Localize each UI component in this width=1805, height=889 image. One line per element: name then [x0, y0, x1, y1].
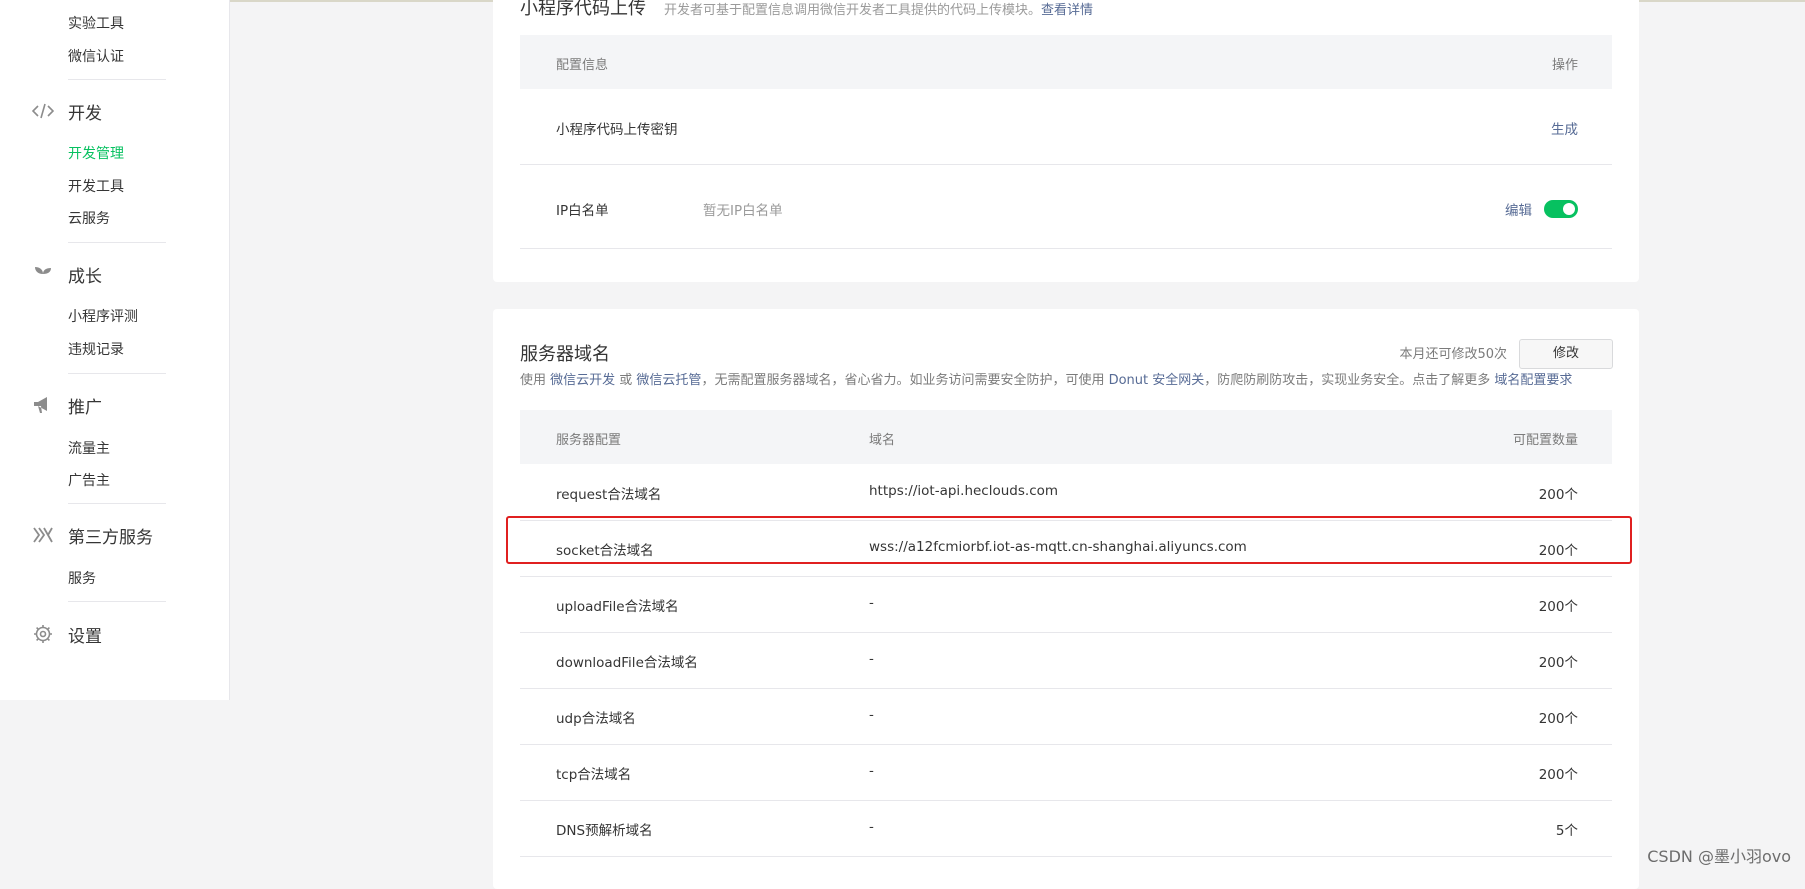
server-domain-desc: 使用 微信云开发 或 微信云托管，无需配置服务器域名，省心省力。如业务访问需要安… — [520, 373, 1573, 388]
header-count: 可配置数量 — [1512, 433, 1578, 448]
row-name: downloadFile合法域名 — [556, 655, 698, 671]
code-upload-title: 小程序代码上传 — [520, 0, 646, 19]
sidebar-item-traffic-owner[interactable]: 流量主 — [68, 440, 110, 458]
sidebar-group-label: 推广 — [68, 397, 102, 418]
table-row: udp合法域名 - 200个 — [520, 688, 1612, 745]
sidebar-group-growth[interactable]: 成长 — [32, 262, 102, 287]
edit-ip-whitelist-link[interactable]: 编辑 — [1505, 199, 1532, 219]
sidebar-divider — [68, 601, 166, 602]
ip-whitelist-value: 暂无IP白名单 — [703, 203, 783, 219]
modify-button[interactable]: 修改 — [1519, 339, 1613, 369]
server-domain-card: 服务器域名 本月还可修改50次 修改 使用 微信云开发 或 微信云托管，无需配置… — [493, 309, 1639, 889]
row-name: request合法域名 — [556, 487, 662, 503]
upload-table-header: 配置信息 操作 — [520, 35, 1612, 89]
row-domain: - — [869, 595, 874, 611]
sidebar-item-cloud-service[interactable]: 云服务 — [68, 210, 110, 228]
sidebar-item-wechat-verify[interactable]: 微信认证 — [68, 48, 124, 66]
table-row: uploadFile合法域名 - 200个 — [520, 576, 1612, 633]
row-count: 200个 — [1538, 599, 1578, 615]
row-name: udp合法域名 — [556, 711, 636, 727]
row-count: 200个 — [1538, 655, 1578, 671]
header-server-config: 服务器配置 — [556, 433, 622, 448]
domain-requirements-link[interactable]: 域名配置要求 — [1494, 373, 1572, 388]
view-details-link[interactable]: 查看详情 — [1041, 3, 1093, 18]
table-row: 小程序代码上传密钥 生成 — [520, 89, 1612, 165]
sidebar-divider — [68, 79, 166, 80]
row-count: 200个 — [1538, 487, 1578, 503]
modify-quota-text: 本月还可修改50次 — [1399, 347, 1507, 362]
sidebar-group-promotion[interactable]: 推广 — [32, 393, 102, 418]
row-domain: - — [869, 707, 874, 723]
sidebar-group-third-party[interactable]: 第三方服务 — [32, 523, 153, 548]
generate-key-link[interactable]: 生成 — [1551, 118, 1578, 138]
sidebar-item-advertiser[interactable]: 广告主 — [68, 472, 110, 490]
sidebar-item-service[interactable]: 服务 — [68, 570, 96, 588]
sidebar-group-label: 开发 — [68, 103, 102, 124]
sidebar-divider — [68, 503, 166, 504]
row-domain: - — [869, 819, 874, 835]
header-action: 操作 — [1551, 58, 1578, 73]
watermark: CSDN @墨小羽ovo — [1647, 847, 1791, 866]
table-row: IP白名单 暂无IP白名单 编辑 — [520, 172, 1612, 249]
cloud-dev-link[interactable]: 微信云开发 — [550, 373, 615, 388]
donut-gateway-link[interactable]: Donut 安全网关 — [1109, 373, 1205, 388]
row-name: IP白名单 — [556, 203, 609, 219]
cloud-host-link[interactable]: 微信云托管 — [636, 373, 701, 388]
header-domain: 域名 — [869, 433, 896, 448]
sidebar-item-violations[interactable]: 违规记录 — [68, 341, 124, 359]
row-count: 200个 — [1538, 767, 1578, 783]
row-domain: https://iot-api.heclouds.com — [869, 483, 1059, 499]
gear-icon — [32, 623, 54, 645]
code-icon — [32, 100, 54, 122]
code-upload-desc: 开发者可基于配置信息调用微信开发者工具提供的代码上传模块。查看详情 — [664, 3, 1094, 18]
row-domain: wss://a12fcmiorbf.iot-as-mqtt.cn-shangha… — [869, 539, 1247, 555]
row-name: socket合法域名 — [556, 543, 654, 559]
sidebar: 实验工具 微信认证 开发 开发管理 开发工具 云服务 成长 小程序评测 违规记录… — [0, 0, 230, 700]
row-count: 200个 — [1538, 711, 1578, 727]
code-upload-card: 小程序代码上传 开发者可基于配置信息调用微信开发者工具提供的代码上传模块。查看详… — [493, 0, 1639, 282]
row-name: 小程序代码上传密钥 — [556, 122, 678, 138]
sidebar-item-review[interactable]: 小程序评测 — [68, 308, 138, 326]
megaphone-icon — [32, 394, 54, 416]
row-name: tcp合法域名 — [556, 767, 632, 783]
table-row: DNS预解析域名 - 5个 — [520, 800, 1612, 857]
sprout-icon — [32, 263, 54, 285]
sidebar-group-label: 成长 — [68, 266, 102, 287]
sidebar-group-develop[interactable]: 开发 — [32, 99, 102, 124]
code-upload-title-row: 小程序代码上传 开发者可基于配置信息调用微信开发者工具提供的代码上传模块。查看详… — [520, 0, 1093, 20]
table-row: request合法域名 https://iot-api.heclouds.com… — [520, 464, 1612, 521]
header-config-info: 配置信息 — [556, 58, 609, 73]
sidebar-group-settings[interactable]: 设置 — [32, 622, 102, 647]
domain-table-header: 服务器配置 域名 可配置数量 — [520, 410, 1612, 464]
sidebar-divider — [68, 373, 166, 374]
table-row: downloadFile合法域名 - 200个 — [520, 632, 1612, 689]
row-name: uploadFile合法域名 — [556, 599, 679, 615]
row-name: DNS预解析域名 — [556, 823, 653, 839]
table-row: tcp合法域名 - 200个 — [520, 744, 1612, 801]
server-domain-title-row: 服务器域名 — [520, 340, 610, 366]
ip-whitelist-toggle[interactable] — [1544, 200, 1578, 218]
sidebar-item-dev-management[interactable]: 开发管理 — [68, 145, 124, 163]
server-domain-title: 服务器域名 — [520, 344, 610, 365]
sidebar-divider — [68, 242, 166, 243]
sidebar-group-label: 设置 — [68, 626, 102, 647]
row-count: 200个 — [1538, 543, 1578, 559]
sidebar-item-lab-tools[interactable]: 实验工具 — [68, 15, 124, 33]
sidebar-group-label: 第三方服务 — [68, 527, 153, 548]
table-row: socket合法域名 wss://a12fcmiorbf.iot-as-mqtt… — [520, 520, 1612, 577]
third-party-icon — [32, 524, 54, 546]
sidebar-item-dev-tools[interactable]: 开发工具 — [68, 178, 124, 196]
row-count: 5个 — [1555, 823, 1578, 839]
row-domain: - — [869, 651, 874, 667]
row-domain: - — [869, 763, 874, 779]
